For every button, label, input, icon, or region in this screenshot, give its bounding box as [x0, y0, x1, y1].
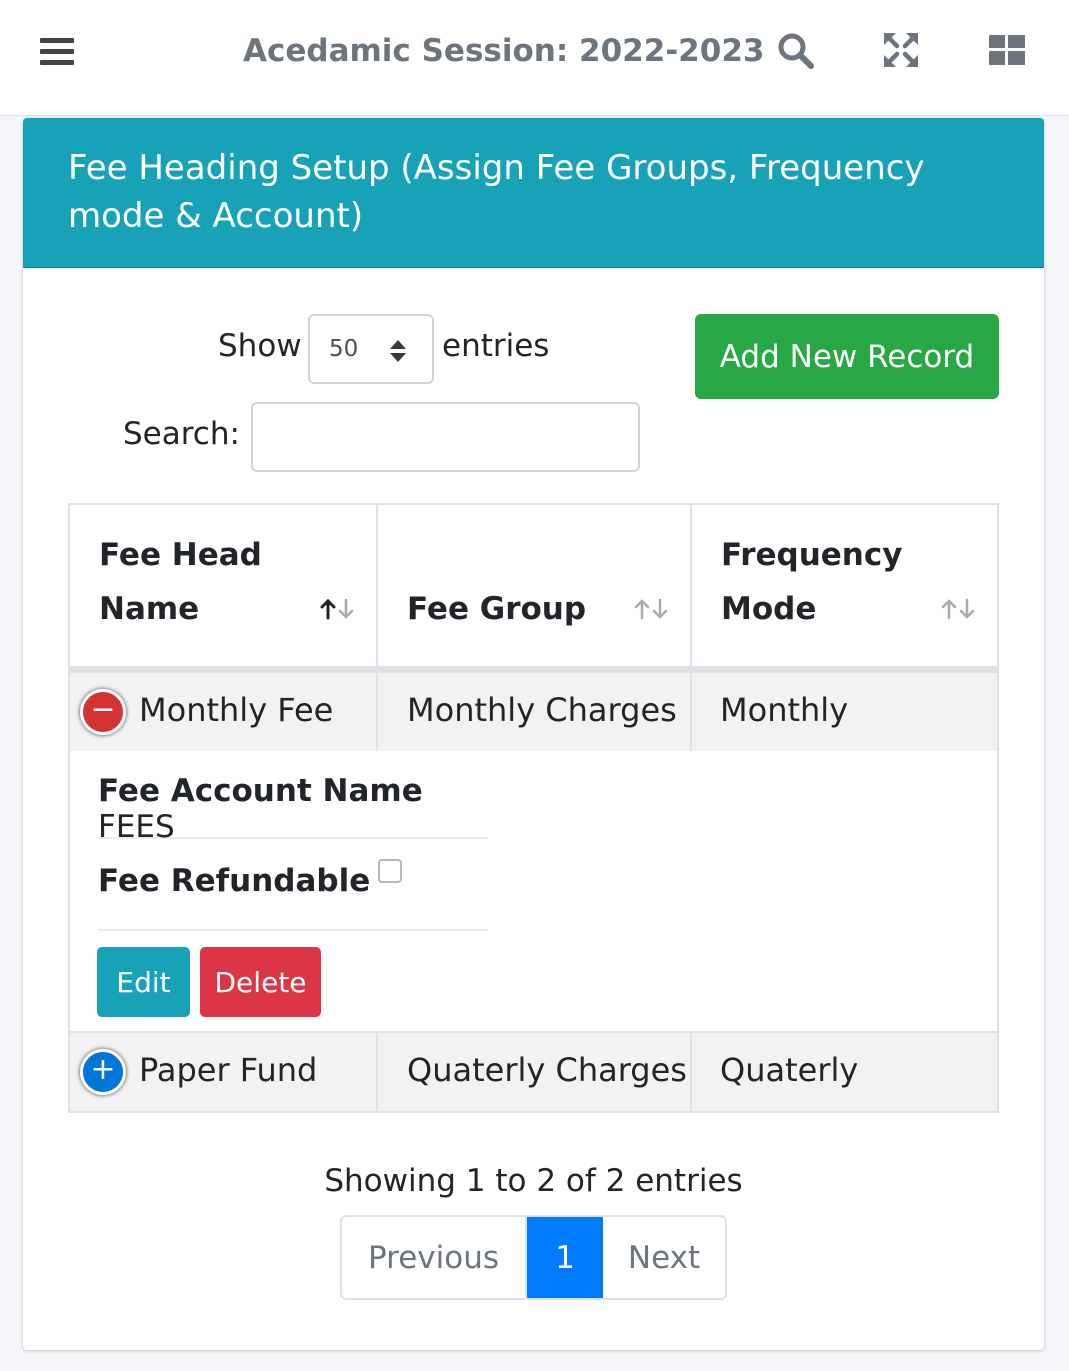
cell-frequency: Quaterly [692, 1033, 997, 1111]
frequency-mode: Quaterly [720, 1051, 859, 1089]
fee-refundable-checkbox[interactable] [378, 859, 403, 883]
top-navbar: Acedamic Session: 2022-2023 [0, 0, 1069, 116]
table-info: Showing 1 to 2 of 2 entries [324, 1163, 743, 1199]
show-label: Show [218, 328, 302, 364]
fee-group: Quaterly Charges [407, 1051, 687, 1089]
next-page-button[interactable]: Next [603, 1217, 725, 1298]
column-header-fee-head-name[interactable]: Fee Head Name [70, 505, 378, 671]
previous-page-button[interactable]: Previous [342, 1217, 527, 1298]
column-header-fee-group[interactable]: Fee Group [378, 505, 692, 671]
table-row[interactable]: + Paper Fund Quaterly Charges Quaterly [70, 1031, 997, 1111]
row-details: Fee Account Name FEES Fee Refundable Edi… [70, 753, 997, 1033]
cell-fee-head: − Monthly Fee [70, 673, 378, 751]
sort-icon [632, 598, 670, 620]
sort-ascending-icon [318, 598, 356, 620]
column-label: Fee Group [407, 591, 587, 627]
cell-fee-head: + Paper Fund [70, 1033, 378, 1111]
collapse-row-minus-icon[interactable]: − [80, 689, 126, 735]
table-row[interactable]: − Monthly Fee Monthly Charges Monthly [70, 671, 997, 751]
delete-button[interactable]: Delete [200, 947, 321, 1017]
entries-label: entries [442, 328, 550, 364]
page-1-button[interactable]: 1 [527, 1217, 603, 1298]
fee-refundable-label: Fee Refundable [98, 863, 371, 899]
fee-refundable-detail: Fee Refundable [98, 859, 488, 931]
grid-icon[interactable] [987, 30, 1027, 70]
fee-heading-card: Fee Heading Setup (Assign Fee Groups, Fr… [23, 118, 1044, 1350]
entries-length-value: 50 [329, 336, 359, 362]
fee-head-name: Monthly Fee [139, 691, 334, 729]
sort-icon [939, 598, 977, 620]
expand-row-plus-icon[interactable]: + [80, 1049, 126, 1095]
cell-frequency: Monthly [692, 673, 997, 751]
menu-icon[interactable] [40, 36, 74, 66]
select-arrows-icon [390, 340, 406, 362]
edit-button[interactable]: Edit [97, 947, 190, 1017]
search-icon[interactable] [775, 30, 815, 70]
fee-head-name: Paper Fund [139, 1051, 318, 1089]
frequency-mode: Monthly [720, 691, 849, 729]
column-label: Fee Head Name [99, 537, 262, 627]
fullscreen-icon[interactable] [881, 30, 921, 70]
fee-account-value: FEES [98, 809, 175, 845]
cell-fee-group: Quaterly Charges [378, 1033, 692, 1111]
fee-group: Monthly Charges [407, 691, 677, 729]
column-header-frequency-mode[interactable]: Frequency Mode [692, 505, 997, 671]
fee-account-detail: Fee Account Name FEES [98, 773, 488, 845]
column-label: Frequency Mode [721, 537, 903, 627]
add-new-record-button[interactable]: Add New Record [695, 314, 999, 399]
pagination: Previous 1 Next [340, 1215, 727, 1300]
search-input[interactable] [251, 402, 640, 472]
card-header: Fee Heading Setup (Assign Fee Groups, Fr… [23, 118, 1044, 268]
entries-length-select[interactable]: 50 [308, 314, 434, 384]
session-title: Acedamic Session: 2022-2023 [243, 33, 765, 69]
cell-fee-group: Monthly Charges [378, 673, 692, 751]
fee-account-label: Fee Account Name [98, 773, 423, 809]
card-title: Fee Heading Setup (Assign Fee Groups, Fr… [68, 148, 925, 236]
fee-heading-table: Fee Head Name Fee Group Frequency Mode −… [68, 503, 999, 1113]
search-label: Search: [123, 416, 240, 452]
